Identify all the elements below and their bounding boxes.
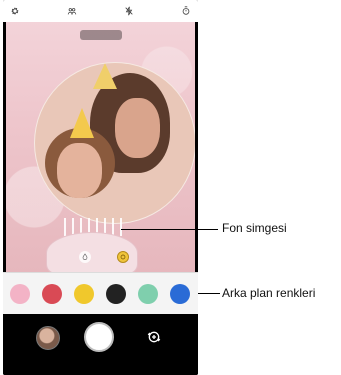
mode-pill[interactable] xyxy=(80,30,122,40)
gallery-thumbnail[interactable] xyxy=(36,326,60,350)
no-flash-icon[interactable] xyxy=(124,6,134,16)
camera-viewfinder[interactable] xyxy=(6,22,195,272)
drop-icon[interactable] xyxy=(79,251,91,263)
swatch-pink[interactable] xyxy=(10,284,30,304)
portrait-circle xyxy=(34,62,195,224)
background-icon[interactable] xyxy=(117,251,129,263)
callout-line-background-colors xyxy=(198,293,220,294)
callout-background-icon: Fon simgesi xyxy=(222,221,287,235)
timer-icon[interactable] xyxy=(181,6,191,16)
party-hat-icon xyxy=(70,108,94,138)
photo-woman-face xyxy=(115,98,160,158)
phone-screen xyxy=(3,0,198,375)
background-color-swatches xyxy=(3,272,198,316)
swatch-red[interactable] xyxy=(42,284,62,304)
shutter-button[interactable] xyxy=(84,322,114,352)
switch-camera-icon[interactable] xyxy=(146,329,162,345)
callout-background-colors: Arka plan renkleri xyxy=(222,286,316,300)
party-hat-icon xyxy=(93,63,117,89)
gear-icon[interactable] xyxy=(10,6,20,16)
swatch-yellow[interactable] xyxy=(74,284,94,304)
callout-line-background-icon xyxy=(121,229,218,230)
swatch-mint[interactable] xyxy=(138,284,158,304)
swatch-blue[interactable] xyxy=(170,284,190,304)
people-icon[interactable] xyxy=(67,6,77,16)
camera-top-bar xyxy=(3,0,198,22)
swatch-black[interactable] xyxy=(106,284,126,304)
camera-bottom-bar xyxy=(3,314,198,375)
photo-girl-face xyxy=(57,143,102,198)
